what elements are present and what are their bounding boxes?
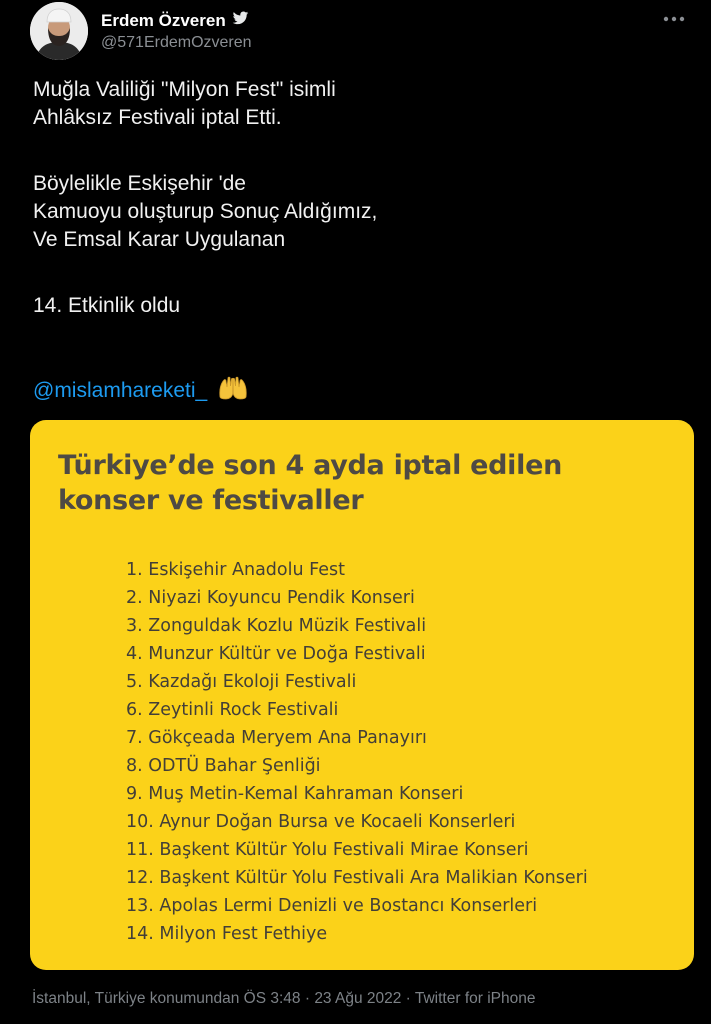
list-item: 8. ODTÜ Bahar Şenliği [126, 756, 321, 776]
tweet-line: Muğla Valiliği "Milyon Fest" isimli [33, 78, 336, 101]
more-dots-icon[interactable] [659, 4, 689, 34]
attached-image-card[interactable]: Türkiye’de son 4 ayda iptal edilen konse… [30, 420, 694, 970]
tweet-meta[interactable]: İstanbul, Türkiye konumundan ÖS 3:48 · 2… [32, 990, 535, 1008]
list-item: 3. Zonguldak Kozlu Müzik Festivali [126, 616, 427, 636]
avatar-image [30, 2, 88, 60]
author-name[interactable]: Erdem Özveren [101, 11, 226, 31]
list-item: 2. Niyazi Koyuncu Pendik Konseri [126, 588, 415, 608]
tweet-line: Ve Emsal Karar Uygulanan [33, 228, 286, 251]
tweet-spacer [33, 254, 673, 292]
tweet: Erdem Özveren @571ErdemOzveren Muğla Val… [0, 0, 711, 1024]
tweet-line: 14. Etkinlik oldu [33, 294, 181, 317]
list-item: 10. Aynur Doğan Bursa ve Kocaeli Konserl… [126, 812, 516, 832]
avatar[interactable] [30, 2, 88, 60]
card-title-line: Türkiye’de son 4 ayda iptal edilen [58, 450, 563, 481]
tweet-line: Ahlâksız Festivali iptal Etti. [33, 106, 282, 129]
list-item: 12. Başkent Kültür Yolu Festivali Ara Ma… [126, 868, 588, 888]
list-item: 4. Munzur Kültür ve Doğa Festivali [126, 644, 426, 664]
author-handle[interactable]: @571ErdemOzveren [101, 34, 252, 52]
list-item: 9. Muş Metin-Kemal Kahraman Konseri [126, 784, 464, 804]
list-item: 13. Apolas Lermi Denizli ve Bostancı Kon… [126, 896, 538, 916]
list-item: 6. Zeytinli Rock Festivali [126, 700, 339, 720]
mention-link[interactable]: @mislamhareketi_ [33, 379, 207, 403]
card-title: Türkiye’de son 4 ayda iptal edilen konse… [58, 448, 658, 518]
list-item: 7. Gökçeada Meryem Ana Panayırı [126, 728, 427, 748]
tweet-line: Böylelikle Eskişehir 'de [33, 172, 246, 195]
mention-row: @mislamhareketi_ [33, 376, 249, 406]
list-item: 14. Milyon Fest Fethiye [126, 924, 328, 944]
author-block: Erdem Özveren @571ErdemOzveren [101, 10, 252, 52]
cancelled-events-list: 1. Eskişehir Anadolu Fest 2. Niyazi Koyu… [126, 556, 588, 948]
list-item: 5. Kazdağı Ekoloji Festivali [126, 672, 357, 692]
twitter-bird-icon [232, 11, 249, 31]
tweet-text: Muğla Valiliği "Milyon Fest" isimli Ahlâ… [33, 76, 673, 320]
tweet-line: Kamuoyu oluşturup Sonuç Aldığımız, [33, 200, 378, 223]
tweet-spacer [33, 132, 673, 170]
list-item: 1. Eskişehir Anadolu Fest [126, 560, 345, 580]
author-name-row[interactable]: Erdem Özveren [101, 10, 252, 32]
list-item: 11. Başkent Kültür Yolu Festivali Mirae … [126, 840, 529, 860]
card-title-line: konser ve festivaller [58, 485, 364, 516]
raised-hands-icon [217, 375, 249, 407]
